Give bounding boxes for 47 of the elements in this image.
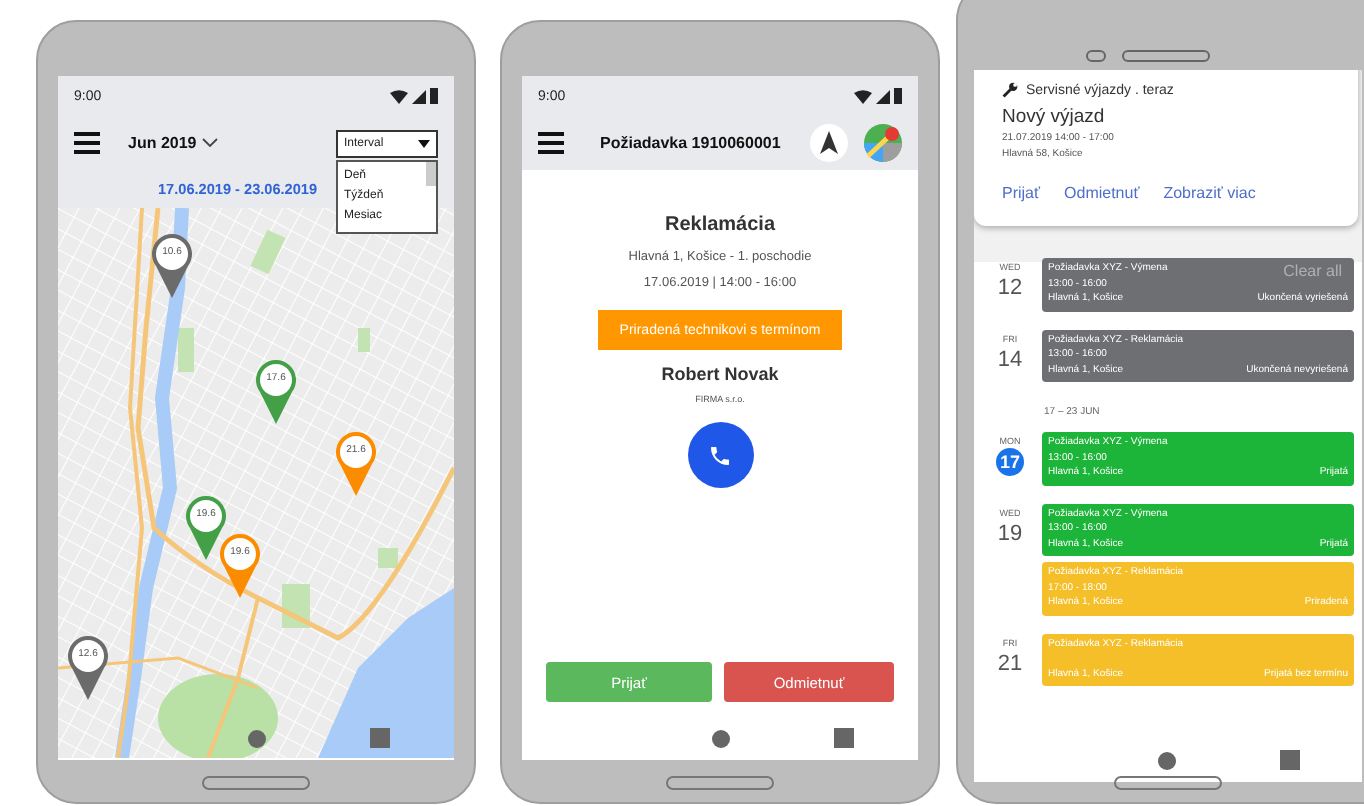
map-pin-icon[interactable]	[66, 634, 110, 700]
speaker-grille	[1122, 50, 1210, 62]
home-circle-icon[interactable]	[711, 729, 729, 747]
map-app-icon[interactable]	[864, 124, 902, 162]
signal-icon	[876, 90, 890, 104]
chevron-icon	[202, 138, 219, 148]
camera-icon	[1086, 50, 1106, 62]
home-button[interactable]	[1114, 776, 1222, 790]
day-number: 21	[996, 649, 1024, 677]
call-button[interactable]	[687, 422, 753, 488]
customer-name: Robert Novak	[661, 364, 779, 384]
notification-action[interactable]: Prijať	[1002, 184, 1041, 202]
home-circle-icon[interactable]	[1158, 751, 1177, 769]
square-nav-icon[interactable]	[1279, 750, 1300, 770]
notification-action[interactable]: Zobraziť viac	[1163, 184, 1256, 202]
wifi-icon	[390, 90, 408, 104]
map-pin-icon[interactable]	[184, 494, 228, 560]
day-number: 14	[996, 345, 1024, 373]
menu-icon[interactable]	[538, 132, 564, 154]
park-area	[250, 229, 286, 275]
request-title: Požiadavka 1910060001	[600, 134, 783, 152]
day-number: 17	[996, 448, 1024, 476]
request-type: Reklamácia	[664, 214, 776, 236]
map-pin-icon[interactable]	[218, 532, 262, 598]
battery-icon	[894, 88, 902, 104]
park-area	[358, 328, 370, 352]
park-area	[378, 548, 398, 568]
home-button[interactable]	[666, 776, 774, 790]
map-pin-icon[interactable]	[254, 358, 298, 424]
wrench-icon	[1002, 82, 1018, 98]
day-number: 19	[996, 519, 1024, 547]
month-selector[interactable]: Jun 2019	[116, 134, 219, 152]
menu-icon[interactable]	[74, 132, 100, 154]
signal-icon	[412, 90, 426, 104]
scrollbar	[426, 161, 436, 185]
park-area	[178, 328, 194, 372]
wifi-icon	[854, 90, 872, 104]
home-button[interactable]	[202, 776, 310, 790]
phone-icon	[708, 443, 732, 467]
park-area	[158, 674, 278, 758]
notification-title: Nový výjazd	[1002, 106, 1107, 128]
map-pin-icon[interactable]	[150, 232, 194, 298]
caret-icon	[418, 139, 430, 147]
notification-action[interactable]: Odmietnuť	[1064, 184, 1140, 202]
day-number: 12	[996, 274, 1024, 302]
map-pin-icon[interactable]	[334, 430, 378, 496]
battery-icon	[430, 88, 438, 104]
